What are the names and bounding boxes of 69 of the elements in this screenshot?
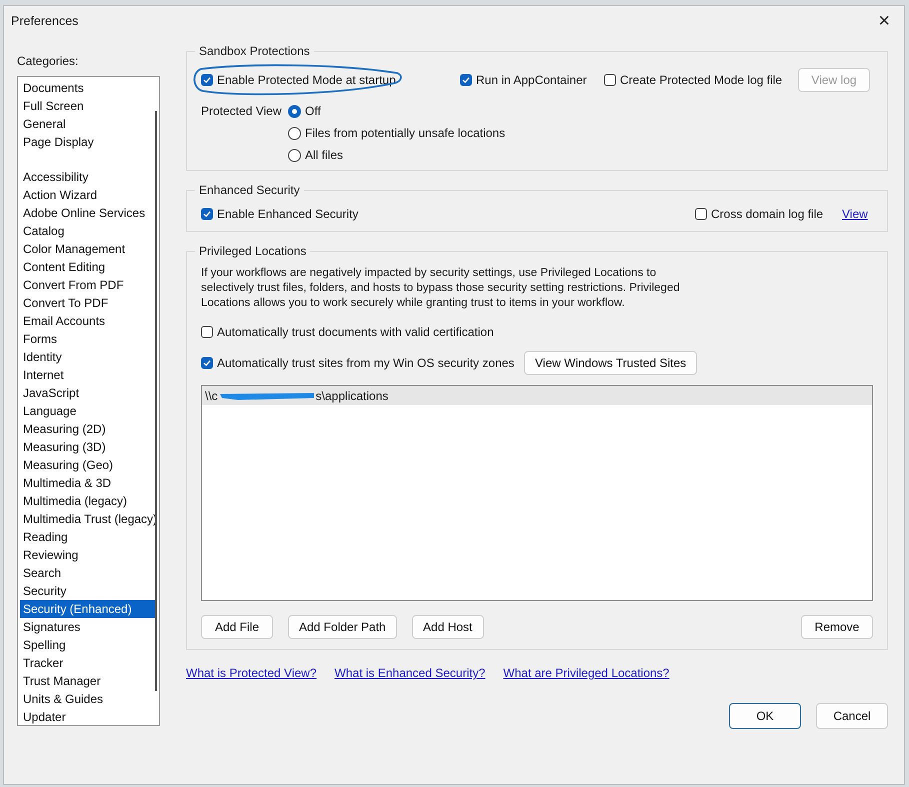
category-item[interactable]: Forms	[20, 330, 156, 348]
category-item[interactable]: Convert To PDF	[20, 294, 156, 312]
category-item[interactable]: Units & Guides	[20, 690, 156, 708]
category-item[interactable]: Documents	[20, 79, 156, 97]
window-title: Preferences	[11, 14, 78, 28]
checkbox[interactable]: Automatically trust documents with valid certification	[201, 325, 494, 339]
category-item[interactable]: Measuring (2D)	[20, 420, 156, 438]
add-button[interactable]: Add Folder Path	[288, 615, 397, 639]
category-item[interactable]: Catalog	[20, 222, 156, 240]
checkbox[interactable]: Run in AppContainer	[460, 73, 587, 87]
category-item[interactable]: Email Accounts	[20, 312, 156, 330]
check-icon	[203, 76, 211, 84]
remove-button[interactable]: Remove	[801, 615, 873, 639]
categories-label: Categories:	[17, 54, 80, 68]
category-item[interactable]: Updater	[20, 708, 156, 726]
scrollbar[interactable]	[155, 111, 157, 691]
dialog-button[interactable]: Cancel	[816, 703, 888, 729]
category-item[interactable]: Action Wizard	[20, 186, 156, 204]
category-item[interactable]: Search	[20, 564, 156, 582]
check-icon	[203, 210, 211, 218]
category-item[interactable]: Convert From PDF	[20, 276, 156, 294]
category-item[interactable]: Multimedia (legacy)	[20, 492, 156, 510]
category-item[interactable]: Reviewing	[20, 546, 156, 564]
category-item[interactable]: Trust Manager	[20, 672, 156, 690]
view-link[interactable]: View	[842, 207, 868, 221]
checkbox[interactable]: Automatically trust sites from my Win OS security zones	[201, 356, 514, 370]
category-item[interactable]: General	[20, 115, 156, 133]
category-item[interactable]: Language	[20, 402, 156, 420]
description-text: If your workflows are negatively impacted by security settings, use Privileged Locations to selectively trust files, folders, and hosts to bypass those security setting restrictions. Privileged Locations allows you to work securely while granting trust to items in your workflow.	[201, 266, 681, 311]
category-item[interactable]: Reading	[20, 528, 156, 546]
group-title: Enhanced Security	[198, 183, 301, 197]
help-link[interactable]: What are Privileged Locations?	[503, 666, 670, 680]
category-item[interactable]: Spelling	[20, 636, 156, 654]
checkbox[interactable]: Create Protected Mode log file	[604, 73, 782, 87]
category-item[interactable]: Measuring (3D)	[20, 438, 156, 456]
dialog-button[interactable]: OK	[729, 703, 801, 729]
checkbox[interactable]: Cross domain log file	[695, 207, 824, 221]
category-item[interactable]: Security (Enhanced)	[20, 600, 156, 618]
radio-button[interactable]: Files from potentially unsafe locations	[288, 126, 506, 140]
check-icon	[203, 359, 211, 367]
category-item[interactable]: Color Management	[20, 240, 156, 258]
check-icon	[462, 76, 470, 84]
help-link[interactable]: What is Enhanced Security?	[334, 666, 486, 680]
category-item[interactable]: Multimedia & 3D	[20, 474, 156, 492]
help-link[interactable]: What is Protected View?	[186, 666, 317, 680]
radio-button[interactable]: Off	[288, 104, 506, 118]
location-row[interactable]: \\c s\applications	[202, 386, 872, 405]
checkbox[interactable]: Enable Enhanced Security	[201, 207, 358, 221]
radio-button[interactable]: All files	[288, 148, 506, 162]
add-button[interactable]: Add Host	[412, 615, 484, 639]
location-path: \\c s\applications	[205, 388, 388, 402]
group-title: Privileged Locations	[198, 244, 308, 258]
category-item[interactable]: Internet	[20, 366, 156, 384]
close-button[interactable]: ×	[874, 11, 894, 31]
category-item[interactable]: JavaScript	[20, 384, 156, 402]
category-item[interactable]: Security	[20, 582, 156, 600]
category-item[interactable]: Full Screen	[20, 97, 156, 115]
category-item[interactable]: Tracker	[20, 654, 156, 672]
group-title: Sandbox Protections	[198, 44, 311, 58]
category-item[interactable]: Measuring (Geo)	[20, 456, 156, 474]
protected-view-label: Protected View	[201, 104, 282, 118]
category-item[interactable]: Identity	[20, 348, 156, 366]
category-item[interactable]: Accessibility	[20, 168, 156, 186]
category-item[interactable]: Content Editing	[20, 258, 156, 276]
category-item[interactable]: Signatures	[20, 618, 156, 636]
add-button[interactable]: Add File	[201, 615, 273, 639]
category-item[interactable]: Adobe Online Services	[20, 204, 156, 222]
category-item[interactable]: Page Display	[20, 133, 156, 151]
view-trusted-sites-button[interactable]: View Windows Trusted Sites	[524, 351, 698, 375]
